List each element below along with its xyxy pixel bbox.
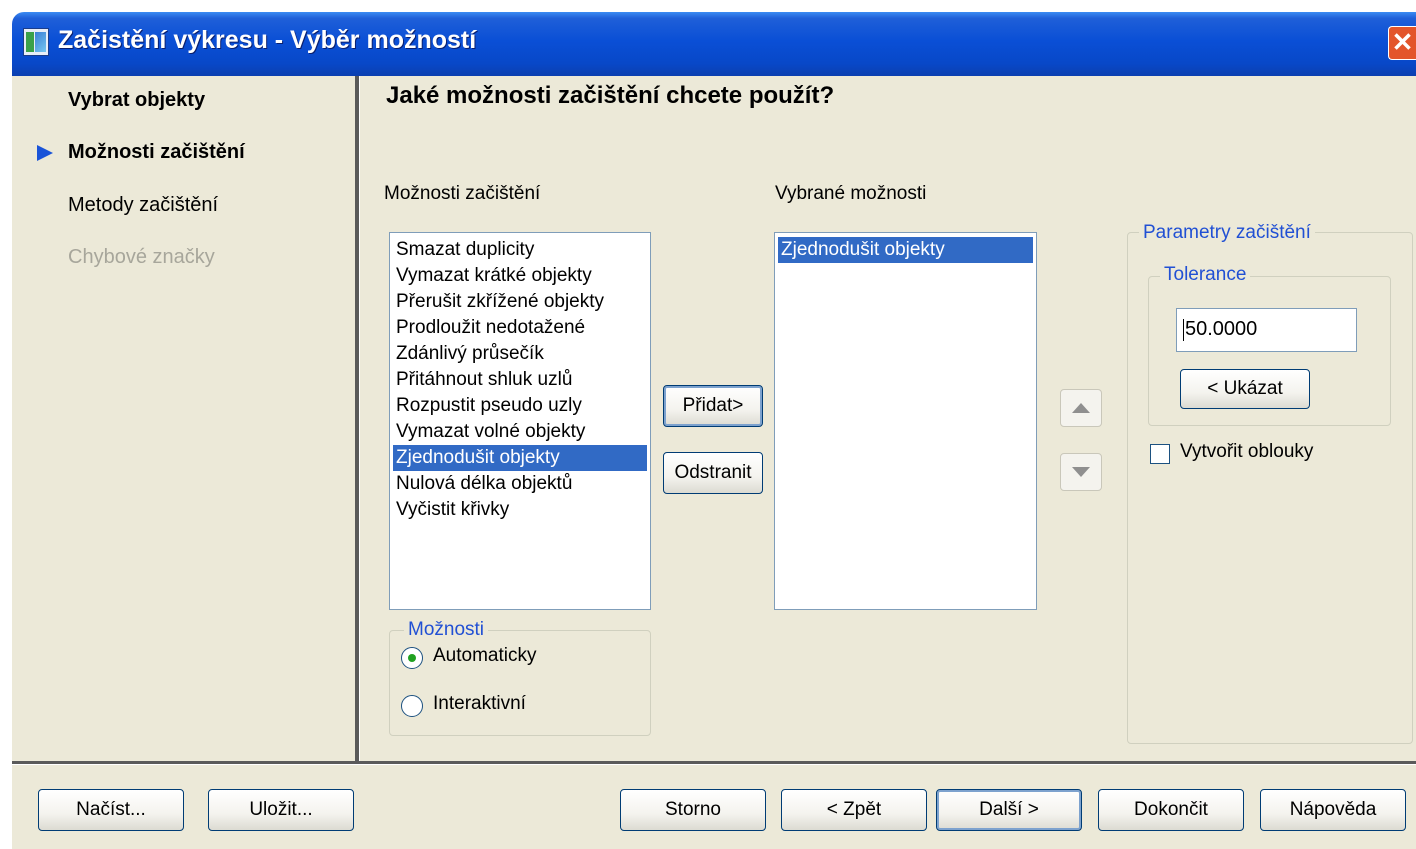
radio-interactive-label[interactable]: Interaktivní bbox=[433, 693, 526, 715]
available-options-label: Možnosti začištění bbox=[384, 183, 541, 204]
cancel-button[interactable]: Storno bbox=[620, 789, 766, 831]
selected-options-label: Vybrané možnosti bbox=[775, 183, 927, 204]
help-button[interactable]: Nápověda bbox=[1260, 789, 1406, 831]
radio-interactive[interactable] bbox=[401, 695, 423, 717]
load-button[interactable]: Načíst... bbox=[38, 789, 184, 831]
tolerance-input[interactable]: 50.0000 bbox=[1176, 308, 1357, 352]
params-legend: Parametry začištění bbox=[1139, 222, 1315, 244]
vertical-divider bbox=[355, 76, 360, 761]
next-button[interactable]: Další > bbox=[936, 789, 1082, 831]
finish-button[interactable]: Dokončit bbox=[1098, 789, 1244, 831]
create-arcs-checkbox[interactable] bbox=[1150, 444, 1170, 464]
list-item[interactable]: Nulová délka objektů bbox=[396, 471, 572, 497]
list-item[interactable]: Vyčistit křivky bbox=[396, 497, 509, 523]
remove-button[interactable]: Odstranit bbox=[663, 452, 763, 494]
list-item[interactable]: Vymazat volné objekty bbox=[396, 419, 585, 445]
footer-divider bbox=[12, 761, 1416, 765]
save-button[interactable]: Uložit... bbox=[208, 789, 354, 831]
close-button[interactable]: ✕ bbox=[1388, 26, 1416, 60]
back-button[interactable]: < Zpět bbox=[781, 789, 927, 831]
selected-options-list[interactable]: Zjednodušit objekty bbox=[774, 232, 1037, 610]
list-item[interactable]: Přitáhnout shluk uzlů bbox=[396, 367, 572, 393]
create-arcs-label[interactable]: Vytvořit oblouky bbox=[1180, 441, 1313, 463]
wizard-steps-panel bbox=[12, 76, 355, 761]
list-item[interactable]: Smazat duplicity bbox=[396, 237, 534, 263]
radio-automatic[interactable] bbox=[401, 647, 423, 669]
add-button[interactable]: Přidat> bbox=[663, 385, 763, 427]
arrow-up-icon bbox=[1072, 403, 1090, 413]
mode-legend: Možnosti bbox=[404, 619, 489, 641]
radio-selected-dot bbox=[408, 654, 416, 662]
close-icon: ✕ bbox=[1391, 27, 1414, 57]
move-down-button[interactable] bbox=[1060, 453, 1102, 491]
step-cleanup-methods: Metody začištění bbox=[68, 194, 219, 216]
arrow-down-icon bbox=[1072, 467, 1090, 477]
list-item[interactable]: Zjednodušit objekty bbox=[778, 237, 1033, 263]
current-step-arrow-icon bbox=[37, 145, 53, 161]
available-options-list[interactable]: Smazat duplicity Vymazat krátké objekty Př… bbox=[389, 232, 651, 610]
app-icon bbox=[23, 28, 49, 56]
move-up-button[interactable] bbox=[1060, 389, 1102, 427]
list-item[interactable]: Přerušit zkřížené objekty bbox=[396, 289, 604, 315]
page-heading: Jaké možnosti začištění chcete použít? bbox=[386, 82, 835, 109]
list-item[interactable]: Prodloužit nedotažené bbox=[396, 315, 585, 341]
step-select-objects: Vybrat objekty bbox=[68, 89, 206, 111]
radio-automatic-label[interactable]: Automaticky bbox=[433, 645, 536, 667]
list-item[interactable]: Zdánlivý průsečík bbox=[396, 341, 544, 367]
window-title: Začistění výkresu - Výběr možností bbox=[58, 26, 477, 54]
step-cleanup-options: Možnosti začištění bbox=[68, 141, 245, 163]
text-caret bbox=[1183, 318, 1184, 341]
show-button[interactable]: < Ukázat bbox=[1180, 369, 1310, 409]
step-error-markers: Chybové značky bbox=[68, 246, 215, 268]
tolerance-legend: Tolerance bbox=[1160, 264, 1251, 286]
list-item[interactable]: Rozpustit pseudo uzly bbox=[396, 393, 582, 419]
list-item[interactable]: Zjednodušit objekty bbox=[393, 445, 647, 471]
tolerance-value: 50.0000 bbox=[1185, 318, 1258, 340]
list-item[interactable]: Vymazat krátké objekty bbox=[396, 263, 592, 289]
